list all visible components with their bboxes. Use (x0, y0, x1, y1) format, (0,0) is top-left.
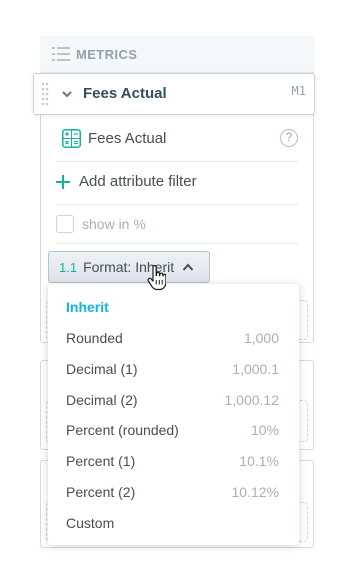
format-option-percent-2[interactable]: Percent (2) 10.12% (48, 476, 299, 507)
help-icon[interactable]: ? (280, 129, 298, 147)
metrics-section-header: METRICS (40, 36, 314, 73)
format-option-label: Custom (66, 514, 115, 531)
add-attribute-filter-button[interactable]: Add attribute filter (79, 173, 197, 190)
drag-handle-icon[interactable] (41, 82, 49, 106)
format-number-icon: 1.1 (59, 259, 78, 275)
format-option-label: Inherit (66, 298, 109, 315)
format-option-label: Percent (2) (66, 483, 136, 500)
hand-pointer-cursor-icon (147, 265, 166, 291)
metrics-title: METRICS (76, 46, 138, 62)
format-option-decimal-2[interactable]: Decimal (2) 1,000.12 (48, 384, 299, 415)
divider (56, 204, 298, 205)
format-dropdown-button[interactable]: 1.1 Format: Inherit (48, 251, 210, 283)
metric-sequence-number: M1 (291, 84, 306, 98)
format-dropdown-menu: Inherit Rounded 1,000 Decimal (1) 1,000.… (48, 284, 299, 545)
format-option-label: Rounded (66, 329, 123, 346)
format-option-label: Decimal (2) (66, 391, 138, 408)
format-option-preview: 10% (250, 421, 279, 438)
format-option-preview: 1,000 (243, 329, 279, 346)
calculator-icon (62, 129, 81, 148)
format-option-custom[interactable]: Custom (48, 507, 299, 538)
format-option-percent-1[interactable]: Percent (1) 10.1% (48, 445, 299, 476)
measure-name: Fees Actual (88, 130, 167, 147)
plus-icon[interactable] (55, 174, 71, 190)
show-in-percent-checkbox[interactable] (56, 215, 74, 233)
show-in-percent-label: show in % (82, 216, 146, 232)
format-option-inherit[interactable]: Inherit (48, 291, 299, 322)
metric-title[interactable]: Fees Actual (83, 85, 167, 102)
chevron-up-icon (182, 263, 194, 271)
format-option-preview: 10.12% (231, 483, 279, 500)
format-option-label: Percent (1) (66, 452, 136, 469)
format-option-percent-rounded[interactable]: Percent (rounded) 10% (48, 414, 299, 445)
metric-item-header[interactable]: Fees Actual M1 (33, 73, 315, 115)
format-option-preview: 1,000.12 (224, 391, 280, 408)
list-lines-icon (52, 47, 70, 61)
chevron-down-icon[interactable] (61, 88, 73, 100)
format-option-label: Decimal (1) (66, 360, 138, 377)
format-option-preview: 1,000.1 (232, 360, 279, 377)
format-option-decimal-1[interactable]: Decimal (1) 1,000.1 (48, 353, 299, 384)
divider (56, 243, 298, 244)
format-option-preview: 10.1% (239, 452, 279, 469)
divider (56, 161, 298, 162)
format-option-label: Percent (rounded) (66, 421, 179, 438)
format-option-rounded[interactable]: Rounded 1,000 (48, 322, 299, 353)
